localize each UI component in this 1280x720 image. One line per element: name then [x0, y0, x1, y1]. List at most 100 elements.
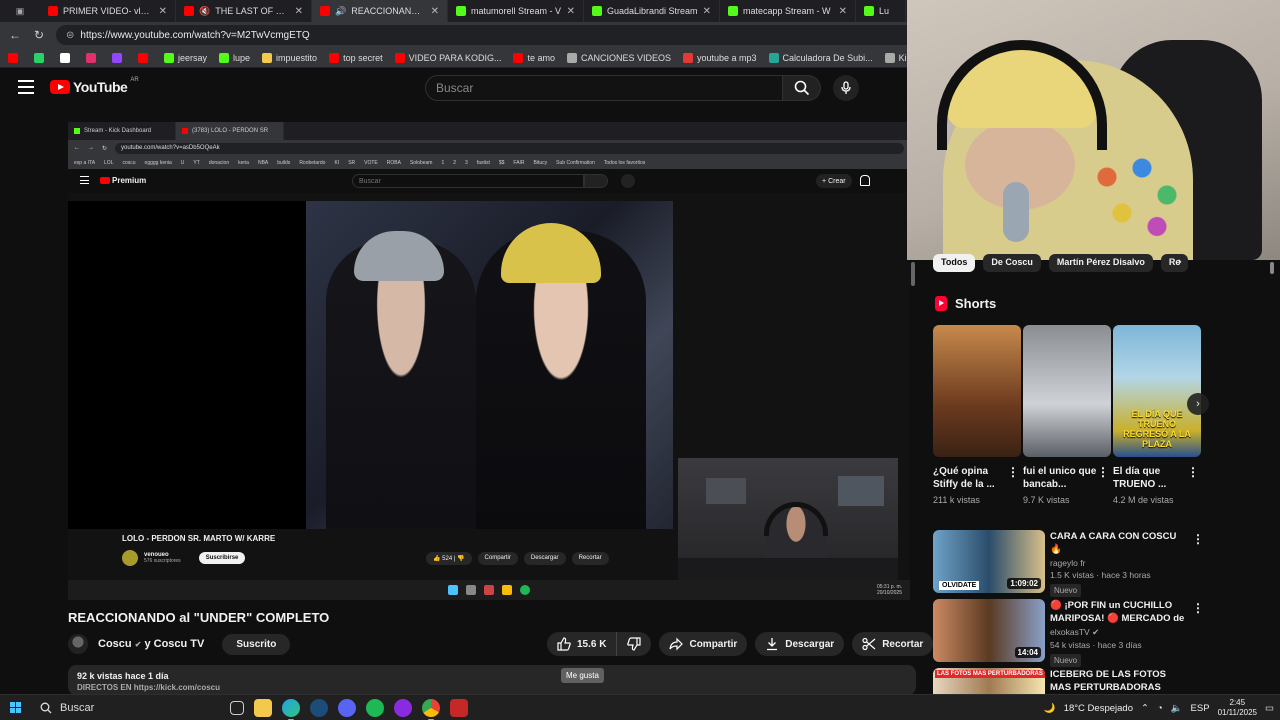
bookmark-item[interactable]: te amo: [513, 52, 555, 63]
edge-icon[interactable]: [282, 698, 300, 720]
bookmark-item[interactable]: Calculadora De Subi...: [768, 52, 873, 63]
more-vertical-icon[interactable]: ⋮: [1192, 601, 1204, 615]
bookmark-item[interactable]: [34, 52, 48, 63]
recommended-thumbnail[interactable]: 14:04: [933, 599, 1045, 662]
channel-name[interactable]: Coscu ✔ y Coscu TV: [98, 638, 204, 650]
player-scroll-indicator[interactable]: [911, 262, 915, 286]
close-tab-icon[interactable]: ✕: [159, 6, 167, 17]
chip-martin[interactable]: Martín Pérez Disalvo: [1048, 254, 1153, 272]
tab-search-button[interactable]: ▣: [0, 0, 40, 22]
back-icon[interactable]: ←: [8, 28, 22, 42]
short-item[interactable]: fui el unico que bancab... 9.7 K vistas …: [1023, 325, 1111, 505]
like-button[interactable]: 15.6 K: [547, 632, 618, 656]
chevron-up-icon[interactable]: ⌃: [1141, 703, 1149, 714]
bookmark-item[interactable]: jeersay: [164, 52, 207, 63]
taskbar-search[interactable]: Buscar: [30, 695, 220, 720]
spotify-icon[interactable]: [366, 698, 384, 717]
close-tab-icon[interactable]: ✕: [431, 6, 439, 17]
bookmark-item[interactable]: youtube a mp3: [683, 52, 757, 63]
bookmark-item[interactable]: [8, 52, 22, 63]
channel-avatar[interactable]: [68, 634, 88, 654]
bookmark-item[interactable]: [86, 52, 100, 63]
discord-icon[interactable]: [338, 698, 356, 717]
recommended-thumbnail[interactable]: OLVIDATE 1:09:02: [933, 530, 1045, 593]
short-item[interactable]: ¿Qué opina Stiffy de la ... 211 k vistas…: [933, 325, 1021, 505]
file-explorer-icon[interactable]: [254, 698, 272, 717]
chevron-right-icon[interactable]: ›: [1178, 256, 1182, 268]
clip-button[interactable]: Recortar: [852, 632, 934, 656]
video-editor-icon[interactable]: [450, 698, 468, 717]
chip-all[interactable]: Todos: [933, 254, 976, 272]
bookmark-item[interactable]: lupe: [219, 52, 250, 63]
bookmark-item[interactable]: impuestito: [262, 52, 317, 63]
task-view-icon[interactable]: [230, 700, 244, 715]
app-c-icon[interactable]: [394, 698, 412, 717]
bookmark-item[interactable]: CANCIONES VIDEOS: [566, 52, 671, 63]
speaker-icon[interactable]: 🔊: [335, 6, 346, 16]
dislike-button[interactable]: [617, 632, 652, 656]
download-button[interactable]: Descargar: [755, 632, 845, 656]
volume-icon[interactable]: 🔈: [1171, 703, 1183, 714]
shorts-next-button[interactable]: ›: [1187, 393, 1209, 415]
bookmark-item[interactable]: [138, 52, 152, 63]
youtube-logo[interactable]: YouTube AR: [50, 77, 139, 95]
embedded-clip: Recortar: [571, 552, 609, 565]
browser-tab[interactable]: 🔇 THE LAST OF US: GRA ✕: [176, 0, 312, 22]
description-box[interactable]: 92 k vistas hace 1 día DIRECTOS EN https…: [68, 665, 916, 695]
close-tab-icon[interactable]: ✕: [703, 6, 711, 17]
recommended-title[interactable]: CARA A CARA CON COSCU 🔥: [1050, 530, 1188, 556]
close-tab-icon[interactable]: ✕: [567, 6, 575, 17]
recommended-title[interactable]: 🔴 ¡POR FIN un CUCHILLO MARIPOSA! 🔴 MERCA…: [1050, 599, 1188, 625]
mute-icon[interactable]: 🔇: [199, 6, 210, 16]
reload-icon[interactable]: ↻: [32, 28, 46, 42]
close-tab-icon[interactable]: ✕: [839, 6, 847, 17]
scrollbar-thumb[interactable]: [1270, 262, 1274, 274]
recommended-title[interactable]: ICEBERG DE LAS FOTOS MAS PERTURBADORAS: [1050, 668, 1188, 694]
browser-tab[interactable]: GuadaLibrandi Stream ✕: [584, 0, 720, 22]
browser-tab-active[interactable]: 🔊 REACCIONANDO al "U ✕: [312, 0, 448, 22]
short-thumbnail[interactable]: EL DÍA QUE TRUENO REGRESÓ A LA PLAZA: [1113, 325, 1201, 457]
chip-more[interactable]: Re: [1160, 254, 1189, 272]
browser-tab[interactable]: PRIMER VIDEO- vlog (100% ✕: [40, 0, 176, 22]
subscribed-button[interactable]: Suscrito: [222, 633, 291, 655]
bookmark-item[interactable]: [112, 52, 126, 63]
menu-icon[interactable]: [18, 80, 34, 94]
recommended-channel[interactable]: elxokasTV ✔: [1050, 627, 1188, 638]
more-vertical-icon[interactable]: ⋮: [1097, 465, 1109, 479]
page-scrollbar[interactable]: [1270, 260, 1276, 690]
wifi-icon[interactable]: ◔: [1157, 703, 1163, 714]
more-vertical-icon[interactable]: ⋮: [1187, 465, 1199, 479]
taskbar-clock[interactable]: 2:45 01/11/2025: [1218, 698, 1257, 718]
short-thumbnail[interactable]: [1023, 325, 1111, 457]
more-vertical-icon[interactable]: ⋮: [1192, 532, 1204, 546]
voice-search-button[interactable]: [833, 75, 859, 101]
search-input[interactable]: Buscar: [425, 75, 783, 101]
browser-tab[interactable]: Lu: [856, 0, 906, 22]
short-item[interactable]: EL DÍA QUE TRUENO REGRESÓ A LA PLAZA El …: [1113, 325, 1201, 505]
video-player[interactable]: Stream - Kick Dashboard (3783) LOLO - PE…: [68, 122, 910, 600]
search-button[interactable]: [783, 75, 821, 101]
chip-de-coscu[interactable]: De Coscu: [983, 254, 1041, 272]
recommended-channel[interactable]: rageylo fr: [1050, 558, 1188, 568]
recommended-item[interactable]: OLVIDATE 1:09:02 CARA A CARA CON COSCU 🔥…: [933, 530, 1204, 597]
bookmark-item[interactable]: VIDEO PARA KODIG...: [394, 52, 501, 63]
more-vertical-icon[interactable]: ⋮: [1007, 465, 1019, 479]
chrome-icon[interactable]: [422, 698, 440, 720]
browser-tab[interactable]: matumorell Stream - V ✕: [448, 0, 584, 22]
site-info-icon[interactable]: ⊜: [66, 30, 74, 41]
share-button[interactable]: Compartir: [659, 632, 748, 656]
language-indicator[interactable]: ESP: [1191, 703, 1210, 714]
bookmark-item[interactable]: [60, 52, 74, 63]
recommended-item[interactable]: LAS FOTOS MAS PERTURBADORAS ICEBERG DE L…: [933, 668, 1203, 694]
weather-text[interactable]: 18°C Despejado: [1064, 703, 1133, 714]
recommended-thumbnail[interactable]: LAS FOTOS MAS PERTURBADORAS: [933, 668, 1045, 694]
browser-tab[interactable]: matecapp Stream - W ✕: [720, 0, 856, 22]
notifications-icon[interactable]: ▭: [1265, 703, 1274, 714]
short-thumbnail[interactable]: [933, 325, 1021, 457]
weather-icon[interactable]: 🌙: [1044, 703, 1056, 714]
recommended-item[interactable]: 14:04 🔴 ¡POR FIN un CUCHILLO MARIPOSA! 🔴…: [933, 599, 1204, 667]
bookmark-item[interactable]: top secret: [329, 52, 383, 63]
steam-icon[interactable]: [310, 698, 328, 717]
close-tab-icon[interactable]: ✕: [295, 6, 303, 17]
windows-start-button[interactable]: [0, 695, 30, 720]
